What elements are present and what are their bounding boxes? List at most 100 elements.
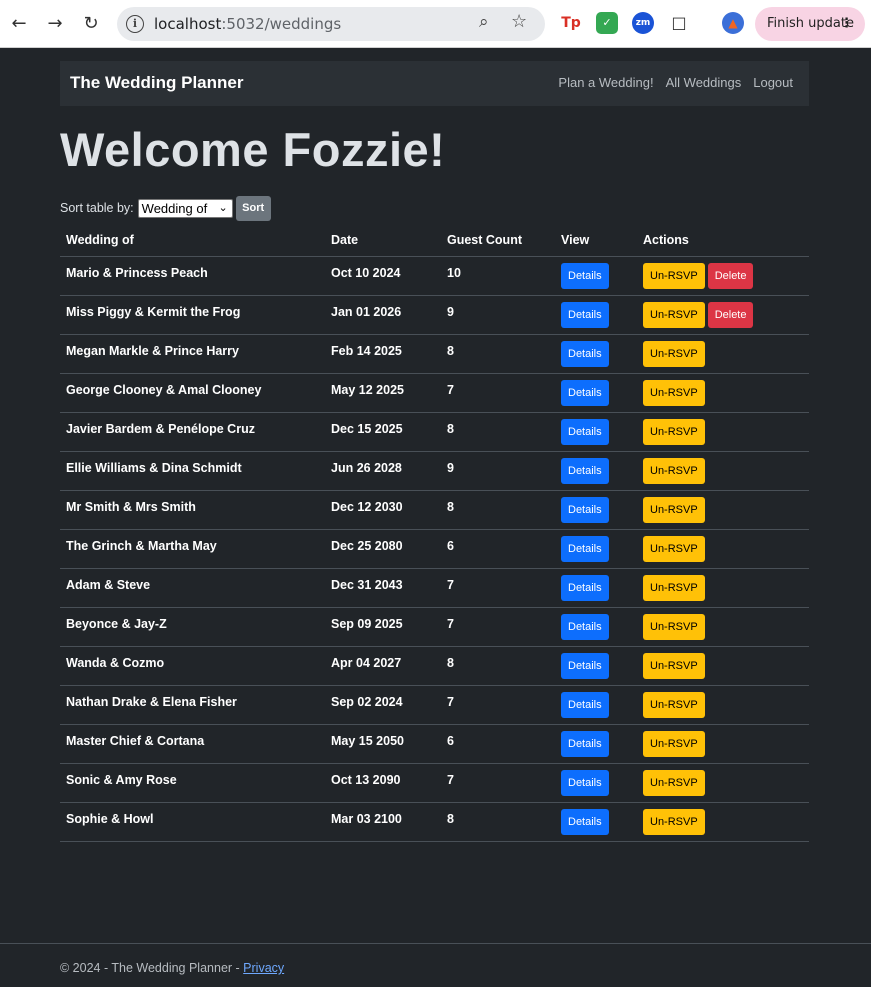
cell-wedding-of: Nathan Drake & Elena Fisher [60, 685, 325, 725]
unrsvp-button[interactable]: Un-RSVP [643, 574, 705, 601]
cell-actions: Un-RSVP [637, 451, 809, 491]
unrsvp-button[interactable]: Un-RSVP [643, 769, 705, 796]
cell-actions: Un-RSVP [637, 802, 809, 842]
back-arrow-icon[interactable]: ← [5, 10, 33, 38]
site-info-icon[interactable]: i [126, 15, 144, 33]
unrsvp-button[interactable]: Un-RSVP [643, 340, 705, 367]
table-row: Sonic & Amy Rose Oct 13 2090 7 Details Un-RS… [60, 763, 809, 803]
cell-guest-count: 7 [441, 568, 555, 608]
cell-date: May 15 2050 [325, 724, 441, 764]
cell-wedding-of: George Clooney & Amal Clooney [60, 373, 325, 413]
cell-date: Oct 13 2090 [325, 763, 441, 803]
cell-guest-count: 8 [441, 334, 555, 374]
details-button[interactable]: Details [561, 418, 609, 445]
details-button[interactable]: Details [561, 652, 609, 679]
details-button[interactable]: Details [561, 613, 609, 640]
cell-guest-count: 8 [441, 412, 555, 452]
unrsvp-button[interactable]: Un-RSVP [643, 262, 705, 289]
cell-actions: Un-RSVP [637, 412, 809, 452]
cell-guest-count: 7 [441, 373, 555, 413]
details-button[interactable]: Details [561, 457, 609, 484]
privacy-link[interactable]: Privacy [243, 961, 284, 975]
delete-button[interactable]: Delete [707, 301, 754, 328]
bookmark-star-icon[interactable]: ☆ [511, 11, 527, 32]
table-row: Wanda & Cozmo Apr 04 2027 8 Details Un-RSVP [60, 646, 809, 686]
table-row: Adam & Steve Dec 31 2043 7 Details Un-RSVP [60, 568, 809, 608]
table-row: Javier Bardem & Penélope Cruz Dec 15 2025… [60, 412, 809, 452]
unrsvp-button[interactable]: Un-RSVP [643, 379, 705, 406]
details-button[interactable]: Details [561, 730, 609, 757]
nav-logout[interactable]: Logout [753, 75, 793, 90]
details-button[interactable]: Details [561, 496, 609, 523]
menu-dots-icon[interactable]: ⋮ [840, 7, 853, 41]
unrsvp-button[interactable]: Un-RSVP [643, 652, 705, 679]
zoom-icon[interactable]: ⌕ [479, 12, 489, 32]
cell-actions: Un-RSVP [637, 646, 809, 686]
cell-wedding-of: Mr Smith & Mrs Smith [60, 490, 325, 530]
delete-button[interactable]: Delete [707, 262, 754, 289]
profile-avatar-icon[interactable]: ▲ [722, 12, 744, 34]
sort-button[interactable]: Sort [235, 195, 271, 221]
cell-view: Details [555, 295, 637, 335]
unrsvp-button[interactable]: Un-RSVP [643, 418, 705, 445]
details-button[interactable]: Details [561, 691, 609, 718]
details-button[interactable]: Details [561, 262, 609, 289]
unrsvp-button[interactable]: Un-RSVP [643, 691, 705, 718]
brand-link[interactable]: The Wedding Planner [70, 73, 243, 93]
cell-actions: Un-RSVP [637, 568, 809, 608]
details-button[interactable]: Details [561, 769, 609, 796]
extensions-puzzle-icon[interactable]: □ [668, 12, 690, 34]
extension-shield-icon[interactable]: ✓ [596, 12, 618, 34]
unrsvp-button[interactable]: Un-RSVP [643, 301, 705, 328]
sort-controls: Sort table by: Wedding of ⌄ Sort [60, 195, 271, 221]
nav-plan-wedding[interactable]: Plan a Wedding! [558, 75, 653, 90]
details-button[interactable]: Details [561, 535, 609, 562]
cell-actions: Un-RSVP [637, 724, 809, 764]
sort-select[interactable]: Wedding of ⌄ [137, 198, 233, 218]
cell-date: Sep 02 2024 [325, 685, 441, 725]
nav-all-weddings[interactable]: All Weddings [666, 75, 742, 90]
extension-zm-icon[interactable]: zm [632, 12, 654, 34]
url-text[interactable]: localhost:5032/weddings [154, 15, 341, 33]
table-row: Sophie & Howl Mar 03 2100 8 Details Un-RSVP [60, 802, 809, 842]
cell-actions: Un-RSVP [637, 334, 809, 374]
cell-date: May 12 2025 [325, 373, 441, 413]
header-guest-count: Guest Count [441, 225, 555, 257]
unrsvp-button[interactable]: Un-RSVP [643, 613, 705, 640]
extension-tp-icon[interactable]: Tp [560, 12, 582, 34]
details-button[interactable]: Details [561, 379, 609, 406]
header-date: Date [325, 225, 441, 257]
details-button[interactable]: Details [561, 808, 609, 835]
table-row: Ellie Williams & Dina Schmidt Jun 26 2028… [60, 451, 809, 491]
weddings-table: Wedding of Date Guest Count View Actions… [60, 225, 809, 842]
cell-guest-count: 6 [441, 529, 555, 569]
cell-actions: Un-RSVP [637, 373, 809, 413]
forward-arrow-icon[interactable]: → [41, 10, 69, 38]
cell-view: Details [555, 256, 637, 296]
unrsvp-button[interactable]: Un-RSVP [643, 808, 705, 835]
table-row: Nathan Drake & Elena Fisher Sep 02 2024 7 D… [60, 685, 809, 725]
address-bar[interactable]: i localhost:5032/weddings ⌕ ☆ [117, 7, 545, 41]
cell-view: Details [555, 490, 637, 530]
unrsvp-button[interactable]: Un-RSVP [643, 457, 705, 484]
browser-toolbar: ← → ↻ i localhost:5032/weddings ⌕ ☆ Tp ✓… [0, 0, 871, 48]
details-button[interactable]: Details [561, 574, 609, 601]
cell-actions: Un-RSVP [637, 685, 809, 725]
unrsvp-button[interactable]: Un-RSVP [643, 535, 705, 562]
cell-date: Sep 09 2025 [325, 607, 441, 647]
cell-view: Details [555, 685, 637, 725]
unrsvp-button[interactable]: Un-RSVP [643, 730, 705, 757]
cell-actions: Un-RSVP [637, 763, 809, 803]
cell-date: Feb 14 2025 [325, 334, 441, 374]
cell-wedding-of: Megan Markle & Prince Harry [60, 334, 325, 374]
reload-icon[interactable]: ↻ [77, 10, 105, 38]
details-button[interactable]: Details [561, 301, 609, 328]
cell-view: Details [555, 724, 637, 764]
finish-update-button[interactable]: Finish update ⋮ [755, 7, 865, 41]
footer-text: © 2024 - The Wedding Planner - Privacy [60, 961, 285, 975]
cell-actions: Un-RSVP Delete [637, 256, 809, 296]
details-button[interactable]: Details [561, 340, 609, 367]
cell-wedding-of: Javier Bardem & Penélope Cruz [60, 412, 325, 452]
cell-date: Dec 25 2080 [325, 529, 441, 569]
unrsvp-button[interactable]: Un-RSVP [643, 496, 705, 523]
